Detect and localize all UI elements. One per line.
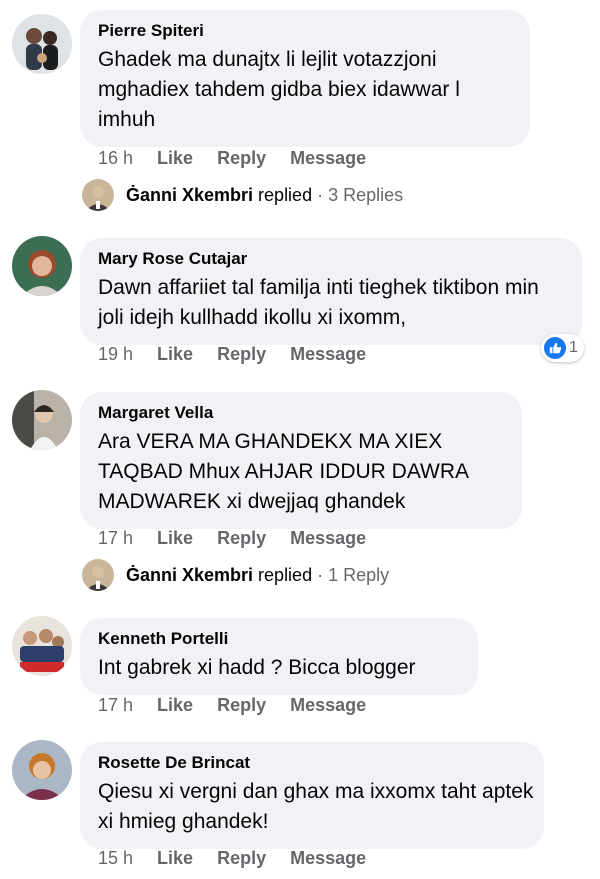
comment-actions: 19 h Like Reply Message [98,344,390,365]
like-button[interactable]: Like [157,695,193,716]
reply-count[interactable]: · 3 Replies [317,185,403,206]
view-replies[interactable]: Ġanni Xkembri replied · 3 Replies [82,178,403,212]
comment-author[interactable]: Pierre Spiteri [98,20,512,42]
comment-time[interactable]: 15 h [98,848,133,869]
comment-bubble: Rosette De Brincat Qiesu xi vergni dan g… [80,742,544,849]
message-button[interactable]: Message [290,148,366,169]
comment-bubble: Kenneth Portelli Int gabrek xi hadd ? Bi… [80,618,478,695]
comment-author[interactable]: Margaret Vella [98,402,504,424]
reply-button[interactable]: Reply [217,528,266,549]
thumbs-up-icon [544,337,566,359]
comment-author[interactable]: Rosette De Brincat [98,752,526,774]
like-button[interactable]: Like [157,848,193,869]
reply-button[interactable]: Reply [217,695,266,716]
comment-text: Qiesu xi vergni dan ghax ma ixxomx taht … [98,780,534,833]
like-button[interactable]: Like [157,148,193,169]
comment-bubble: Mary Rose Cutajar Dawn affariiet tal fam… [80,238,582,345]
comment-bubble: Margaret Vella Ara VERA MA GHANDEKX MA X… [80,392,522,529]
comment-time[interactable]: 16 h [98,148,133,169]
reply-author: Ġanni Xkembri [126,564,254,585]
avatar [82,179,114,211]
reply-author: Ġanni Xkembri [126,184,254,205]
comment-time[interactable]: 17 h [98,528,133,549]
comment-actions: 17 h Like Reply Message [98,695,390,716]
reply-verb: replied [258,564,313,585]
message-button[interactable]: Message [290,695,366,716]
reaction-count: 1 [569,339,578,356]
reply-button[interactable]: Reply [217,344,266,365]
comment-bubble: Pierre Spiteri Ghadek ma dunajtx li lejl… [80,10,530,147]
avatar[interactable] [12,14,72,74]
comments-list: Pierre Spiteri Ghadek ma dunajtx li lejl… [0,0,600,879]
avatar[interactable] [12,616,72,676]
avatar[interactable] [12,236,72,296]
comment-actions: 15 h Like Reply Message [98,848,390,869]
like-button[interactable]: Like [157,528,193,549]
reply-button[interactable]: Reply [217,848,266,869]
reply-count[interactable]: · 1 Reply [317,565,389,586]
like-button[interactable]: Like [157,344,193,365]
comment-author[interactable]: Kenneth Portelli [98,628,460,650]
comment-time[interactable]: 17 h [98,695,133,716]
message-button[interactable]: Message [290,848,366,869]
comment-author[interactable]: Mary Rose Cutajar [98,248,564,270]
avatar [82,559,114,591]
view-replies[interactable]: Ġanni Xkembri replied · 1 Reply [82,558,389,592]
comment-text: Int gabrek xi hadd ? Bicca blogger [98,656,416,679]
message-button[interactable]: Message [290,344,366,365]
reaction-summary[interactable]: 1 [541,334,584,362]
avatar[interactable] [12,390,72,450]
message-button[interactable]: Message [290,528,366,549]
comment-time[interactable]: 19 h [98,344,133,365]
comment-actions: 16 h Like Reply Message [98,148,390,169]
comment-text: Dawn affariiet tal familja inti tieghek … [98,276,539,329]
reply-verb: replied [258,184,313,205]
avatar[interactable] [12,740,72,800]
comment-text: Ghadek ma dunajtx li lejlit votazzjoni m… [98,48,460,131]
comment-text: Ara VERA MA GHANDEKX MA XIEX TAQBAD Mhux… [98,430,468,513]
comment-actions: 17 h Like Reply Message [98,528,390,549]
reply-button[interactable]: Reply [217,148,266,169]
